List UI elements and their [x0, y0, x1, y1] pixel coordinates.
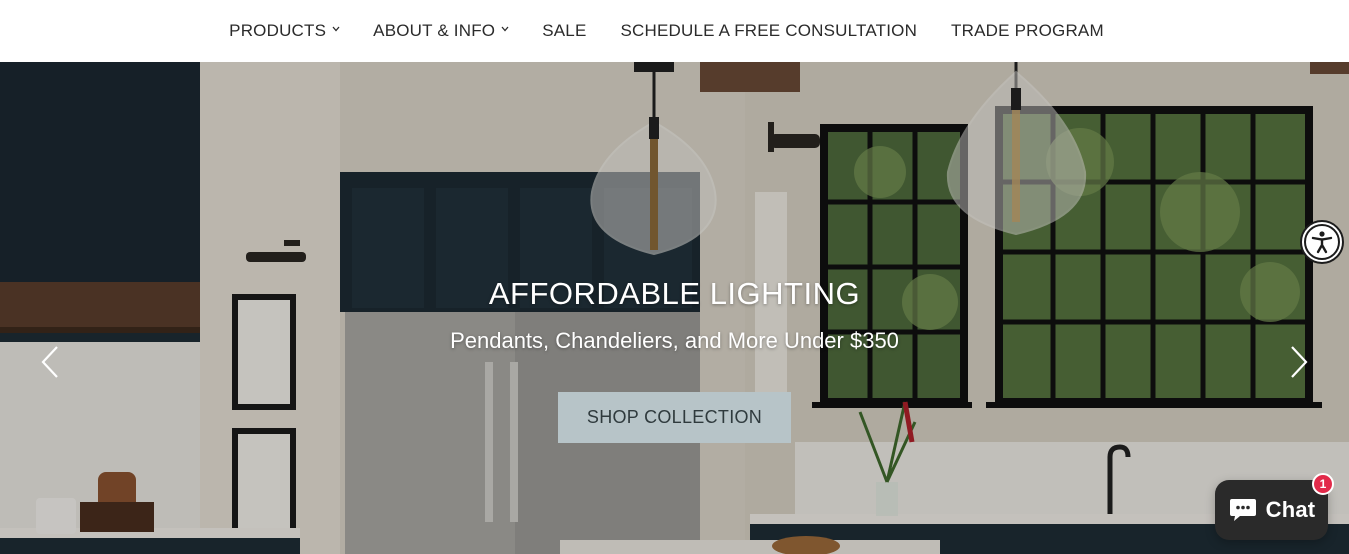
chevron-down-icon [501, 26, 509, 33]
hero-title: AFFORDABLE LIGHTING [488, 276, 861, 311]
nav-list: PRODUCTS ABOUT & INFO SALE SCHEDULE A FR… [212, 21, 1121, 41]
accessibility-icon [1304, 224, 1340, 260]
nav-item-label: TRADE PROGRAM [951, 21, 1104, 40]
hero-slideshow: AFFORDABLE LIGHTING Pendants, Chandelier… [0, 62, 1349, 554]
nav-item-products[interactable]: PRODUCTS [229, 21, 340, 41]
slide-next-button[interactable] [1287, 344, 1311, 380]
slide-prev-button[interactable] [38, 344, 62, 380]
accessibility-button[interactable] [1300, 220, 1344, 264]
nav-item-label: SALE [542, 21, 587, 40]
chat-button[interactable]: Chat [1215, 480, 1328, 540]
hero-subtitle: Pendants, Chandeliers, and More Under $3… [450, 328, 899, 353]
chevron-left-icon [41, 346, 58, 378]
shop-collection-button[interactable]: SHOP COLLECTION [558, 392, 791, 443]
chat-label: Chat [1265, 497, 1316, 522]
nav-item-trade-program[interactable]: TRADE PROGRAM [951, 21, 1104, 41]
main-navigation: PRODUCTS ABOUT & INFO SALE SCHEDULE A FR… [0, 0, 1349, 62]
nav-item-label: PRODUCTS [229, 21, 327, 40]
chat-bubble-icon [1229, 499, 1256, 521]
nav-item-schedule-consultation[interactable]: SCHEDULE A FREE CONSULTATION [621, 21, 918, 41]
chevron-right-icon [1291, 346, 1308, 378]
chat-notification-badge: 1 [1312, 473, 1334, 495]
chevron-down-icon [332, 26, 340, 33]
nav-item-about-info[interactable]: ABOUT & INFO [373, 21, 509, 41]
nav-item-label: SCHEDULE A FREE CONSULTATION [620, 21, 918, 40]
nav-item-label: ABOUT & INFO [373, 21, 496, 40]
nav-item-sale[interactable]: SALE [542, 21, 586, 41]
